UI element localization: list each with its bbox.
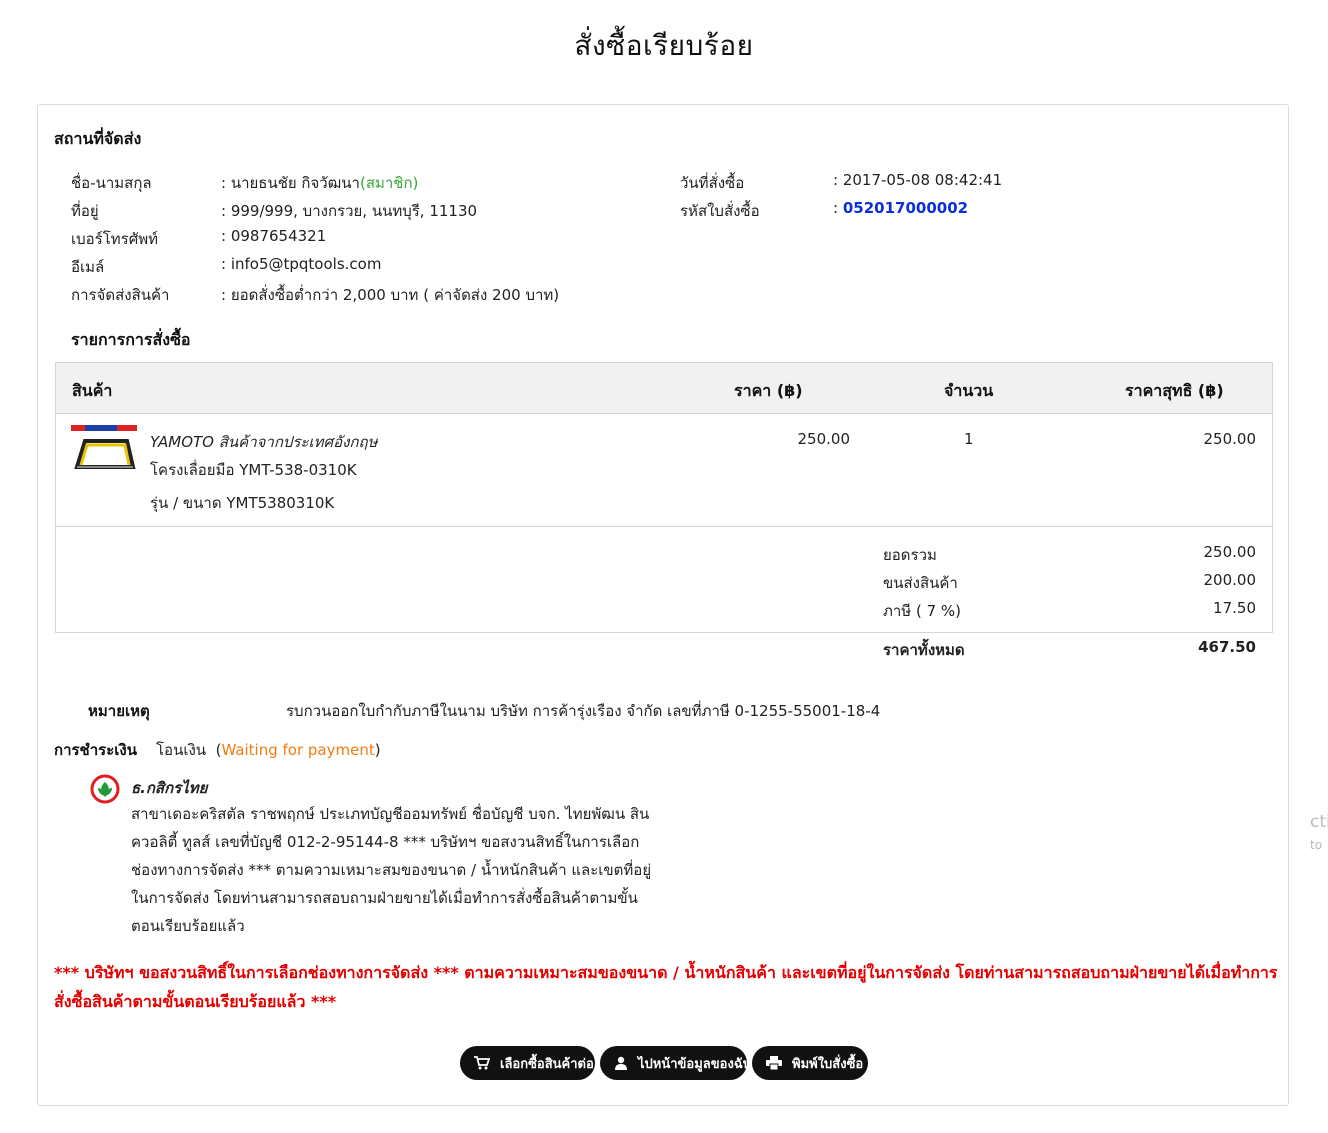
address-value: : 999/999, บางกรวย, นนทบุรี, 11130: [221, 202, 478, 220]
order-number-row: : 052017000002: [833, 199, 968, 217]
total-label: ราคาทั้งหมด: [883, 641, 965, 659]
product-model: รุ่น / ขนาด YMT5380310K: [150, 494, 335, 512]
product-quantity: 1: [964, 430, 974, 448]
shipping-fee-label: ขนส่งสินค้า: [883, 574, 958, 592]
address-label: ที่อยู่: [71, 202, 99, 220]
email-value: : info5@tpqtools.com: [221, 255, 382, 273]
product-name[interactable]: โครงเลื่อยมือ YMT-538-0310K: [150, 458, 357, 482]
product-price: 250.00: [797, 430, 851, 448]
phone-label: เบอร์โทรศัพท์: [71, 230, 159, 248]
printer-icon: [766, 1056, 782, 1070]
cart-icon: [474, 1056, 490, 1070]
order-number-label: รหัสใบสั่งซื้อ: [680, 202, 760, 220]
column-header-price: ราคา (฿): [734, 381, 803, 400]
subtotal-value: 250.00: [1203, 543, 1257, 561]
member-tag: (สมาชิก): [359, 174, 419, 192]
phone-value: : 0987654321: [221, 227, 327, 245]
kasikorn-bank-logo-icon: [90, 774, 120, 804]
customer-name: : นายธนชัย กิจวัฒนา: [221, 174, 360, 192]
continue-shopping-button[interactable]: เลือกซื้อสินค้าต่อ: [460, 1046, 595, 1080]
order-number-link[interactable]: 052017000002: [843, 199, 968, 217]
page-title: สั่งซื้อเรียบร้อย: [574, 29, 754, 62]
payment-label: การชำระเงิน: [54, 741, 137, 759]
my-profile-button[interactable]: ไปหน้าข้อมูลของฉัน: [600, 1046, 752, 1080]
offscreen-text-fragment: cti: [1310, 812, 1328, 832]
subtotal-label: ยอดรวม: [883, 546, 937, 564]
column-header-net-price: ราคาสุทธิ (฿): [1125, 381, 1224, 400]
shipping-fee-value: 200.00: [1203, 571, 1257, 589]
product-brand[interactable]: YAMOTO สินค้าจากประเทศอังกฤษ: [150, 430, 377, 454]
shipping-heading: สถานที่จัดส่ง: [54, 129, 142, 148]
my-profile-label: ไปหน้าข้อมูลของฉัน: [638, 1056, 752, 1072]
note-text: รบกวนออกใบกำกับภาษีในนาม บริษัท การค้ารุ…: [286, 702, 881, 720]
payment-status: Waiting for payment: [221, 741, 375, 759]
order-items-heading: รายการการสั่งซื้อ: [71, 330, 191, 349]
order-number-colon: :: [833, 199, 839, 217]
bank-account-details: สาขาเดอะคริสตัล ราชพฤกษ์ ประเภทบัญชีออมท…: [131, 805, 652, 935]
order-date-value: : 2017-05-08 08:42:41: [833, 171, 1003, 189]
order-items-table: สินค้า ราคา (฿) จำนวน ราคาสุทธิ (฿) YAMO…: [55, 362, 1273, 633]
name-label: ชื่อ-นามสกุล: [71, 174, 152, 192]
vat-label: ภาษี ( 7 %): [883, 602, 962, 620]
print-order-button[interactable]: พิมพ์ใบสั่งซื้อ: [752, 1046, 868, 1080]
name-value-row: : นายธนชัย กิจวัฒนา(สมาชิก): [221, 171, 418, 195]
column-header-quantity: จำนวน: [944, 381, 994, 400]
bank-name: ธ.กสิกรไทย: [131, 779, 208, 797]
note-label: หมายเหตุ: [88, 702, 150, 720]
continue-shopping-label: เลือกซื้อสินค้าต่อ: [500, 1056, 594, 1072]
payment-method-row: โอนเงิน (Waiting for payment): [156, 738, 381, 762]
user-icon: [615, 1056, 627, 1070]
column-header-product: สินค้า: [72, 381, 113, 400]
print-order-label: พิมพ์ใบสั่งซื้อ: [792, 1056, 864, 1072]
table-header: สินค้า ราคา (฿) จำนวน ราคาสุทธิ (฿): [56, 363, 1272, 414]
product-saw-image[interactable]: [71, 425, 137, 475]
order-date-label: วันที่สั่งซื้อ: [680, 174, 745, 192]
vat-value: 17.50: [1213, 599, 1256, 617]
delivery-label: การจัดส่งสินค้า: [71, 286, 170, 304]
offscreen-text-fragment-2: to: [1310, 838, 1323, 852]
shipping-warning: *** บริษัทฯ ขอสงวนสิทธิ์ในการเลือกช่องทา…: [54, 963, 1278, 1011]
payment-status-close: ): [374, 741, 381, 759]
payment-method: โอนเงิน: [156, 741, 207, 759]
row-divider: [56, 526, 1272, 527]
total-value: 467.50: [1198, 638, 1256, 656]
delivery-value: : ยอดสั่งซื้อต่ำกว่า 2,000 บาท ( ค่าจัดส…: [221, 286, 560, 304]
email-label: อีเมล์: [71, 258, 105, 276]
product-net-price: 250.00: [1203, 430, 1257, 448]
